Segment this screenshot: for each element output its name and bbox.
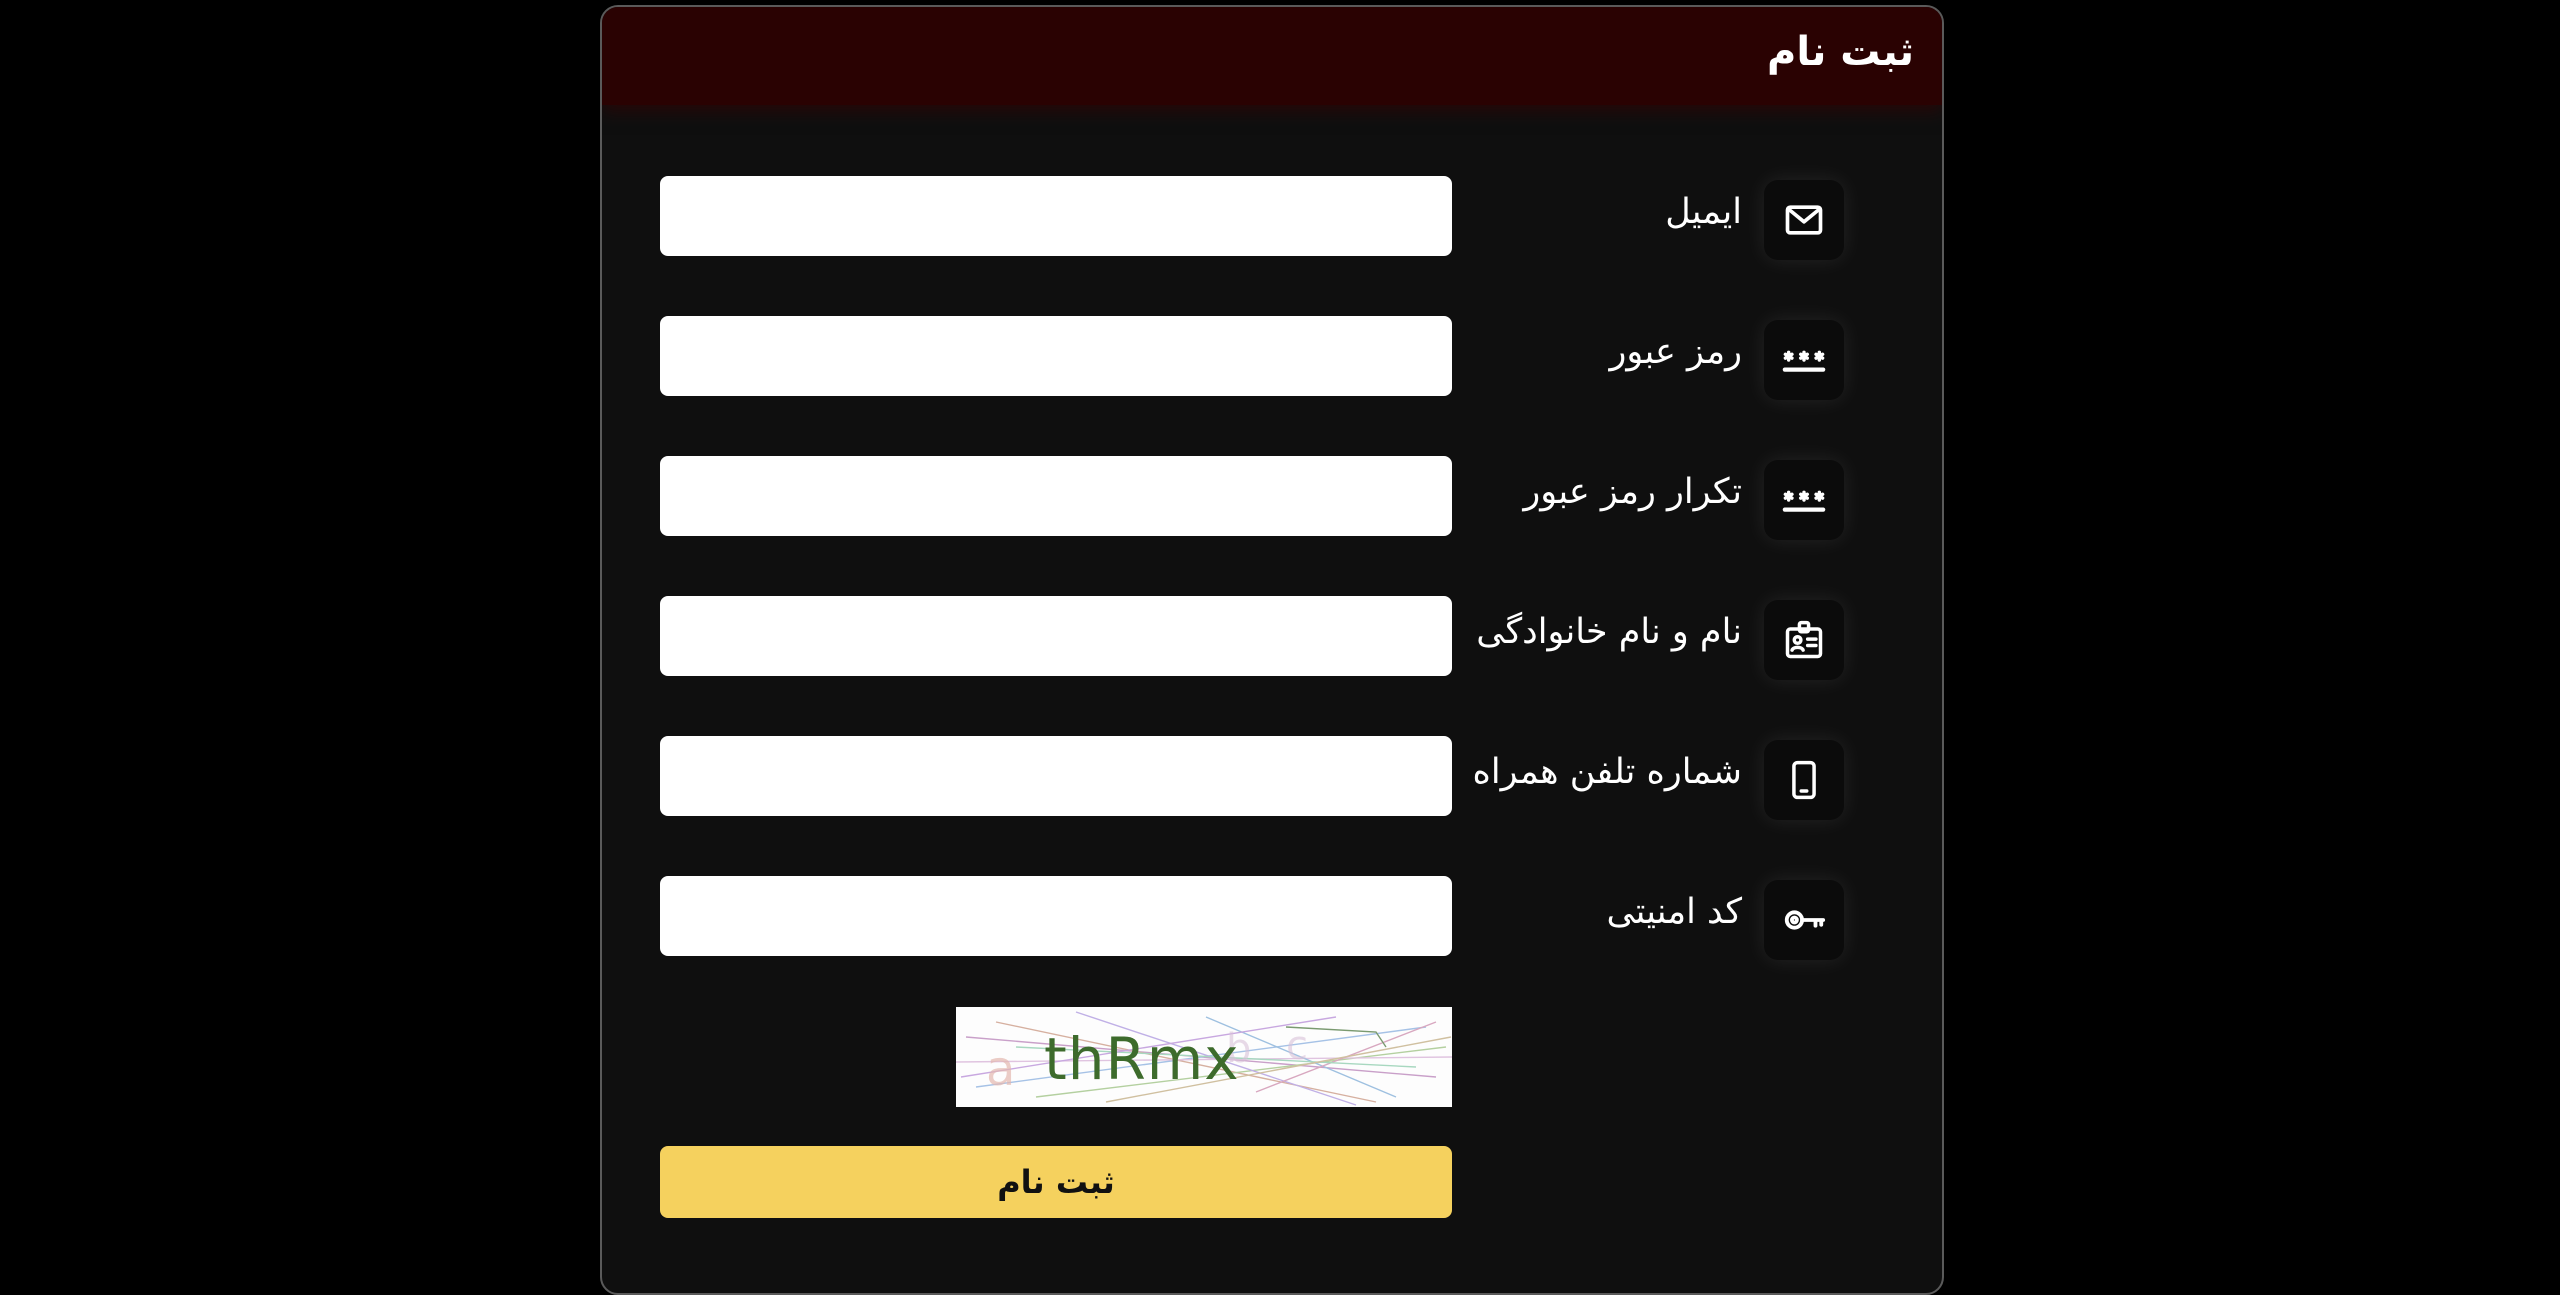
mobile-field[interactable] xyxy=(660,736,1452,816)
mobile-row: شماره تلفن همراه xyxy=(602,736,1942,836)
svg-text:c: c xyxy=(1286,1023,1308,1069)
password-label: رمز عبور xyxy=(1609,332,1742,372)
captcha-image: a b c thRmx xyxy=(956,1007,1452,1107)
page-title: ثبت نام xyxy=(1767,29,1914,75)
repeat-password-row: تکرار رمز عبور xyxy=(602,456,1942,556)
envelope-icon xyxy=(1764,180,1844,260)
captcha-text: thRmx xyxy=(1044,1025,1240,1093)
password-row: رمز عبور xyxy=(602,316,1942,416)
fullname-field[interactable] xyxy=(660,596,1452,676)
svg-text:a: a xyxy=(986,1041,1015,1097)
password-dots-icon xyxy=(1764,320,1844,400)
mobile-phone-icon xyxy=(1764,740,1844,820)
repeat-password-field[interactable] xyxy=(660,456,1452,536)
repeat-password-label: تکرار رمز عبور xyxy=(1523,472,1742,512)
panel-header: ثبت نام xyxy=(602,7,1942,105)
password-field[interactable] xyxy=(660,316,1452,396)
email-field[interactable] xyxy=(660,176,1452,256)
key-icon xyxy=(1764,880,1844,960)
id-badge-icon xyxy=(1764,600,1844,680)
security-code-field[interactable] xyxy=(660,876,1452,956)
email-row: ایمیل xyxy=(602,176,1942,276)
fullname-label: نام و نام خانوادگی xyxy=(1476,612,1742,652)
submit-button[interactable]: ثبت نام xyxy=(660,1146,1452,1218)
fullname-row: نام و نام خانوادگی xyxy=(602,596,1942,696)
password-dots-icon xyxy=(1764,460,1844,540)
security-code-row: کد امنیتی xyxy=(602,876,1942,976)
security-code-label: کد امنیتی xyxy=(1606,892,1743,932)
email-label: ایمیل xyxy=(1665,192,1742,232)
mobile-label: شماره تلفن همراه xyxy=(1472,752,1742,792)
registration-panel: ثبت نام ایمیل رمز عبور تکرار رمز عبور نا… xyxy=(600,5,1944,1295)
